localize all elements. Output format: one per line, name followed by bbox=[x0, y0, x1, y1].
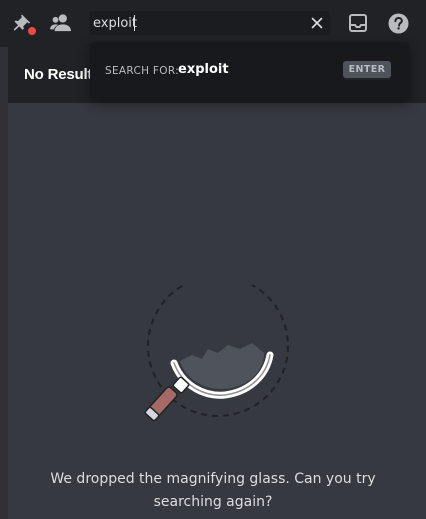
search-for-label: SEARCH FOR: bbox=[105, 65, 179, 77]
close-icon[interactable] bbox=[308, 14, 326, 32]
search-input[interactable] bbox=[93, 12, 293, 34]
results-title: No Result bbox=[24, 66, 93, 83]
members-icon[interactable] bbox=[50, 12, 72, 34]
text-caret bbox=[134, 15, 135, 31]
empty-state-message: We dropped the magnifying glass. Can you… bbox=[50, 471, 376, 510]
pin-icon[interactable] bbox=[11, 12, 38, 37]
search-query-text: exploit bbox=[178, 62, 229, 77]
left-gutter bbox=[0, 47, 8, 519]
broken-magnifying-glass-icon bbox=[130, 275, 300, 430]
enter-key-hint: ENTER bbox=[343, 61, 391, 78]
search-for-option[interactable]: SEARCH FOR: exploit ENTER bbox=[90, 56, 410, 84]
search-box[interactable] bbox=[89, 11, 330, 35]
help-icon[interactable] bbox=[387, 12, 409, 34]
search-suggestion-popout: SEARCH FOR: exploit ENTER bbox=[90, 42, 410, 99]
toolbar bbox=[0, 0, 426, 47]
search-panel: No Result SEARCH FOR: exploit ENTER bbox=[0, 0, 426, 519]
notification-dot bbox=[26, 25, 38, 37]
inbox-icon[interactable] bbox=[347, 12, 369, 34]
